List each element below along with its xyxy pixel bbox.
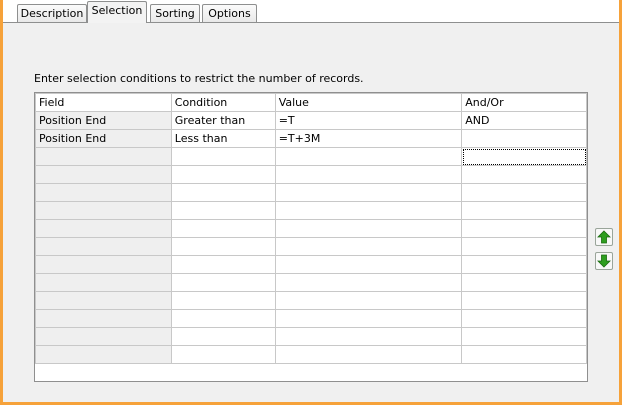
table-row [35, 273, 587, 292]
condition-cell[interactable] [170, 255, 276, 274]
and-or-cell[interactable] [461, 309, 587, 328]
field-cell[interactable] [35, 255, 172, 274]
and-or-cell[interactable] [461, 291, 587, 310]
field-cell[interactable] [35, 327, 172, 346]
condition-cell[interactable]: Greater than [170, 111, 276, 130]
field-cell[interactable] [35, 309, 172, 328]
value-cell[interactable] [274, 345, 463, 364]
table-row [35, 165, 587, 184]
tab-options[interactable]: Options [202, 4, 257, 22]
table-row: Position End Less than =T+3M [35, 129, 587, 148]
and-or-cell[interactable] [461, 129, 587, 148]
value-cell[interactable]: =T [274, 111, 463, 130]
and-or-cell[interactable] [461, 345, 587, 364]
value-cell[interactable] [274, 165, 463, 184]
move-down-button[interactable] [595, 252, 613, 270]
value-cell[interactable] [274, 219, 463, 238]
and-or-cell[interactable] [461, 237, 587, 256]
condition-cell[interactable] [170, 219, 276, 238]
value-cell[interactable] [274, 237, 463, 256]
condition-cell[interactable] [170, 327, 276, 346]
column-header: Field [35, 93, 172, 112]
condition-cell[interactable]: Less than [170, 129, 276, 148]
value-cell[interactable] [274, 273, 463, 292]
arrow-down-icon [597, 254, 611, 268]
table-row [35, 201, 587, 220]
table-row [35, 345, 587, 364]
tab-strip: Description Selection Sorting Options [3, 0, 619, 23]
instruction-text: Enter selection conditions to restrict t… [34, 72, 364, 85]
condition-cell[interactable] [170, 309, 276, 328]
field-cell[interactable]: Position End [35, 111, 172, 130]
value-cell[interactable] [274, 183, 463, 202]
condition-cell[interactable] [170, 345, 276, 364]
field-cell[interactable] [35, 219, 172, 238]
field-cell[interactable] [35, 147, 172, 166]
field-cell[interactable] [35, 165, 172, 184]
and-or-cell[interactable] [461, 327, 587, 346]
move-up-button[interactable] [595, 228, 613, 246]
and-or-cell[interactable]: AND [461, 111, 587, 130]
and-or-cell[interactable] [461, 165, 587, 184]
table-header-row: Field Condition Value And/Or [35, 93, 587, 112]
field-cell[interactable]: Position End [35, 129, 172, 148]
field-cell[interactable] [35, 345, 172, 364]
and-or-cell[interactable] [461, 183, 587, 202]
selection-grid: Field Condition Value And/Or Position End Gre… [34, 92, 588, 382]
table-row [35, 291, 587, 310]
condition-cell[interactable] [170, 183, 276, 202]
condition-cell[interactable] [170, 165, 276, 184]
value-cell[interactable] [274, 309, 463, 328]
field-cell[interactable] [35, 291, 172, 310]
value-cell[interactable] [274, 255, 463, 274]
table-row [35, 237, 587, 256]
table-row [35, 255, 587, 274]
condition-cell[interactable] [170, 201, 276, 220]
tab-selection[interactable]: Selection [87, 1, 147, 23]
and-or-cell[interactable] [461, 255, 587, 274]
table-row [35, 327, 587, 346]
field-cell[interactable] [35, 183, 172, 202]
condition-cell[interactable] [170, 147, 276, 166]
value-cell[interactable] [274, 327, 463, 346]
field-cell[interactable] [35, 237, 172, 256]
field-cell[interactable] [35, 273, 172, 292]
value-cell[interactable] [274, 201, 463, 220]
and-or-cell[interactable] [461, 147, 587, 166]
column-header: Condition [170, 93, 276, 112]
column-header: And/Or [461, 93, 587, 112]
tab-description[interactable]: Description [17, 4, 87, 22]
table-row: Position End Greater than =T AND [35, 111, 587, 130]
conditions-table: Field Condition Value And/Or Position End Gre… [35, 93, 587, 364]
value-cell[interactable] [274, 147, 463, 166]
and-or-cell[interactable] [461, 219, 587, 238]
field-cell[interactable] [35, 201, 172, 220]
tab-sorting[interactable]: Sorting [150, 4, 200, 22]
and-or-cell[interactable] [461, 201, 587, 220]
table-row [35, 147, 587, 166]
arrow-up-icon [597, 230, 611, 244]
condition-cell[interactable] [170, 237, 276, 256]
column-header: Value [274, 93, 463, 112]
value-cell[interactable] [274, 291, 463, 310]
condition-cell[interactable] [170, 291, 276, 310]
table-row [35, 183, 587, 202]
value-cell[interactable]: =T+3M [274, 129, 463, 148]
and-or-cell[interactable] [461, 273, 587, 292]
condition-cell[interactable] [170, 273, 276, 292]
table-row [35, 309, 587, 328]
table-row [35, 219, 587, 238]
